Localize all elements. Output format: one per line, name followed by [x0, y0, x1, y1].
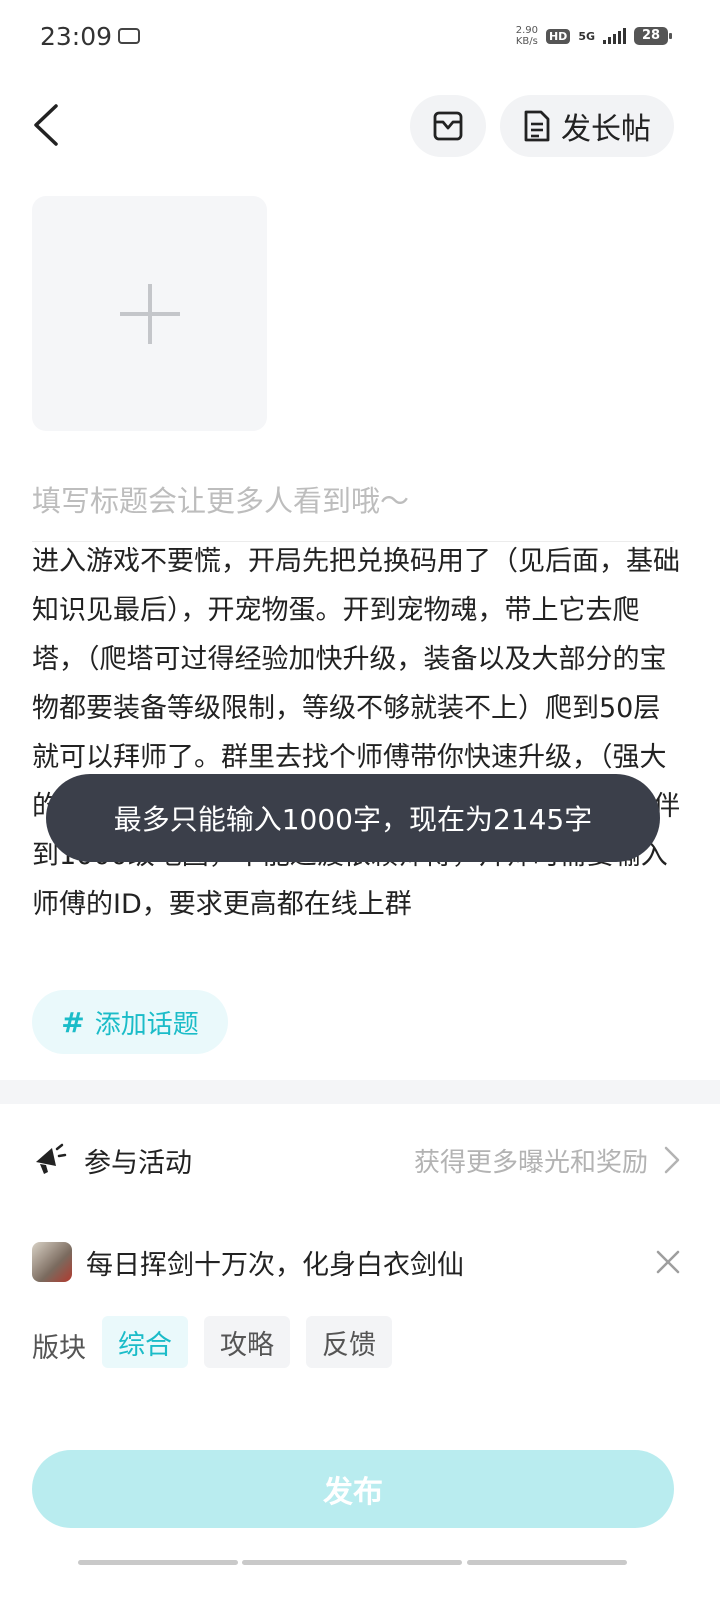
signal-icon	[603, 28, 626, 44]
nav-indicator	[242, 1560, 462, 1565]
activity-hint: 获得更多曝光和奖励	[413, 1147, 648, 1178]
hd-icon: HD	[545, 28, 571, 44]
document-icon	[524, 110, 550, 142]
activity-label: 参与活动	[84, 1147, 192, 1179]
section-chip-guide[interactable]: 攻略	[204, 1316, 290, 1368]
game-title: 每日挥剑十万次，化身白衣剑仙	[86, 1249, 464, 1281]
battery-icon: 28	[634, 27, 672, 45]
network-speed-unit: KB/s	[515, 36, 538, 47]
close-icon[interactable]	[654, 1248, 682, 1276]
plus-icon	[119, 283, 180, 344]
long-post-button[interactable]: 发长帖	[500, 95, 674, 157]
back-arrow-icon	[34, 104, 58, 146]
nav-indicator	[78, 1560, 238, 1565]
add-image-button[interactable]	[32, 196, 267, 431]
long-post-label: 发长帖	[561, 112, 651, 147]
section-label: 版块	[32, 1333, 86, 1364]
network-speed-value: 2.90	[515, 25, 538, 36]
join-activity-row[interactable]: 参与活动 获得更多曝光和奖励	[32, 1130, 682, 1190]
inbox-icon	[433, 111, 463, 141]
body-text: 进入游戏不要慌，开局先把兑换码用了（见后面，基础知识见最后），开宠物蛋。开到宠物…	[32, 546, 680, 920]
body-text-editor[interactable]: 进入游戏不要慌，开局先把兑换码用了（见后面，基础知识见最后），开宠物蛋。开到宠物…	[32, 537, 680, 937]
game-avatar	[32, 1242, 72, 1282]
nav-indicator	[467, 1560, 627, 1565]
status-time: 23:09	[40, 22, 113, 51]
notification-icon	[118, 28, 140, 44]
add-topic-label: 添加话题	[94, 1009, 199, 1040]
add-topic-button[interactable]: # 添加话题	[32, 990, 228, 1054]
chevron-right-icon	[664, 1146, 680, 1174]
network-speed: 2.90 KB/s	[516, 25, 538, 47]
section-chip-general[interactable]: 综合	[102, 1316, 188, 1368]
title-input[interactable]: 填写标题会让更多人看到哦～	[32, 478, 674, 524]
section-separator	[0, 1080, 720, 1104]
status-indicators: 2.90 KB/s HD 5G 28	[516, 25, 672, 47]
megaphone-icon	[36, 1143, 67, 1174]
selected-game-row: 每日挥剑十万次，化身白衣剑仙	[32, 1240, 682, 1284]
section-chip-feedback[interactable]: 反馈	[306, 1316, 392, 1368]
publish-button[interactable]: 发布	[32, 1450, 674, 1528]
drafts-button[interactable]	[410, 95, 486, 157]
hash-icon: #	[61, 1005, 85, 1039]
back-button[interactable]	[28, 100, 78, 150]
network-type: 5G	[578, 29, 595, 43]
toast-message: 最多只能输入1000字，现在为2145字	[113, 803, 593, 836]
character-limit-toast: 最多只能输入1000字，现在为2145字	[46, 774, 660, 862]
